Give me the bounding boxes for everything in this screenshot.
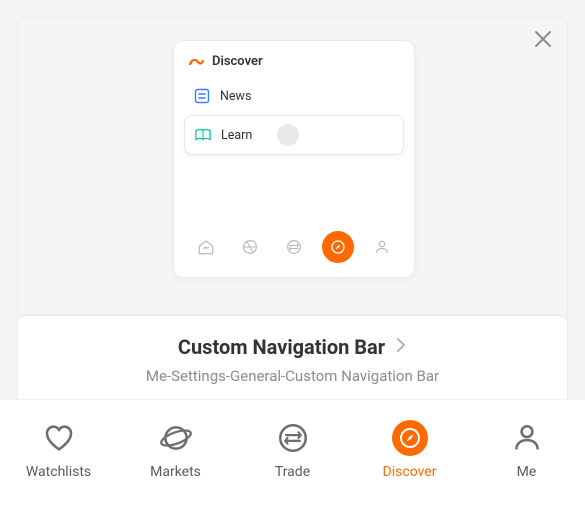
nav-watchlists[interactable]: Watchlists (9, 420, 109, 480)
close-button[interactable] (533, 28, 553, 54)
card-title: Custom Navigation Bar (178, 335, 385, 359)
main-nav-bar: Watchlists Markets Trade (0, 399, 585, 509)
menu-item-label: News (220, 89, 251, 104)
nav-label: Me (517, 464, 537, 480)
nav-markets[interactable]: Markets (126, 420, 226, 480)
drag-handle[interactable] (277, 124, 299, 146)
planet-icon (158, 420, 194, 456)
person-icon (373, 238, 391, 256)
nav-discover[interactable]: Discover (360, 420, 460, 480)
learn-icon (195, 127, 211, 143)
person-icon (509, 420, 545, 456)
nav-label: Trade (275, 464, 310, 480)
mini-nav-discover[interactable] (322, 231, 354, 263)
app-logo-icon (188, 56, 204, 68)
compass-icon (329, 238, 347, 256)
home-icon (197, 238, 215, 256)
mini-nav-trade[interactable] (278, 231, 310, 263)
discover-menu: News Learn (174, 77, 414, 155)
mini-nav-home[interactable] (190, 231, 222, 263)
card-title-row[interactable]: Custom Navigation Bar (178, 335, 407, 359)
nav-label: Watchlists (26, 464, 91, 480)
nav-label: Markets (150, 464, 201, 480)
compass-icon (392, 420, 428, 456)
menu-item-label: Learn (221, 128, 252, 143)
phone-title: Discover (212, 54, 263, 69)
card-subtitle: Me-Settings-General-Custom Navigation Ba… (28, 367, 557, 385)
mini-nav-me[interactable] (366, 231, 398, 263)
chevron-right-icon (395, 335, 407, 359)
mini-nav (174, 231, 414, 263)
heart-icon (41, 420, 77, 456)
nav-trade[interactable]: Trade (243, 420, 343, 480)
nav-me[interactable]: Me (477, 420, 577, 480)
phone-header: Discover (174, 41, 414, 77)
trade-icon (275, 420, 311, 456)
nav-label: Discover (383, 464, 437, 480)
menu-item-learn[interactable]: Learn (184, 115, 404, 155)
trade-icon (285, 238, 303, 256)
phone-preview: Discover News (173, 40, 415, 278)
news-icon (194, 88, 210, 104)
mini-nav-markets[interactable] (234, 231, 266, 263)
info-card: Custom Navigation Bar Me-Settings-Genera… (18, 315, 567, 399)
menu-item-news[interactable]: News (184, 77, 404, 115)
markets-icon (241, 238, 259, 256)
close-icon (533, 29, 553, 49)
